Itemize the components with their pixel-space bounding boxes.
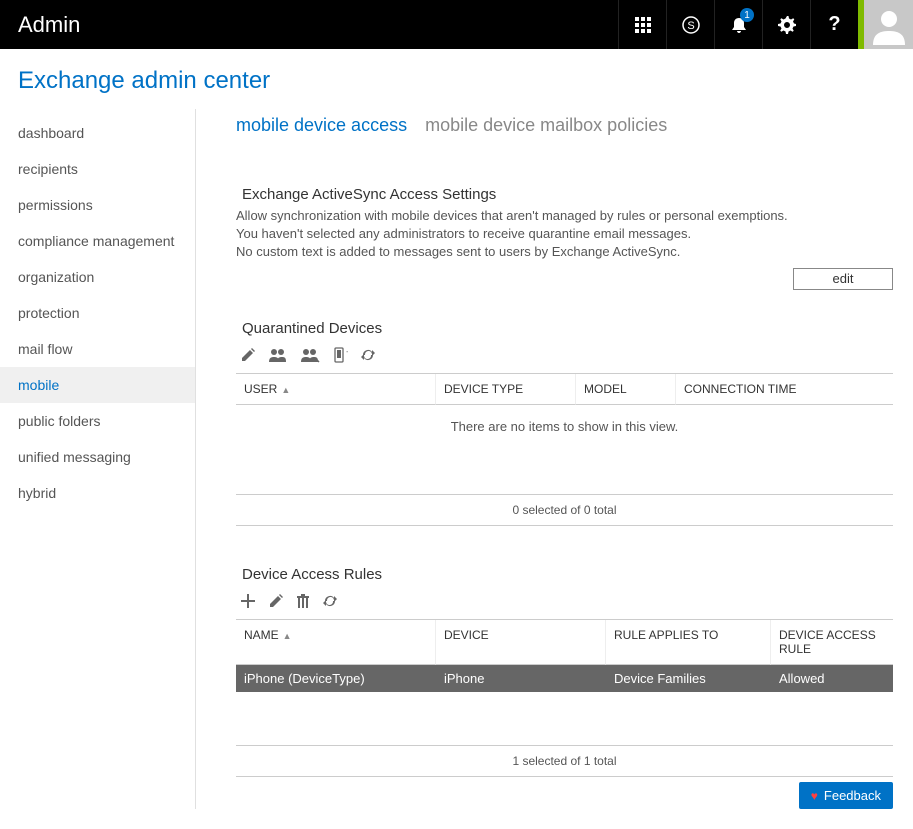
main-content: mobile device access mobile device mailb… [196, 109, 913, 809]
q-col-connection-time[interactable]: CONNECTION TIME [676, 374, 893, 405]
sidebar-item-recipients[interactable]: recipients [0, 151, 195, 187]
sidebar-item-mobile[interactable]: mobile [0, 367, 195, 403]
sidebar-item-organization[interactable]: organization [0, 259, 195, 295]
rules-title: Device Access Rules [236, 566, 893, 583]
sidebar-item-hybrid[interactable]: hybrid [0, 475, 195, 511]
rules-section: Device Access Rules NAME▲ DEVICE RULE AP… [236, 566, 893, 777]
settings-icon[interactable] [762, 0, 810, 49]
tab-mobile-device-access[interactable]: mobile device access [236, 115, 407, 136]
device-wipe-icon[interactable]: + [332, 347, 348, 363]
allow-users-icon[interactable] [268, 347, 288, 363]
sidebar-item-compliance[interactable]: compliance management [0, 223, 195, 259]
quarantined-table: USER▲ DEVICE TYPE MODEL CONNECTION TIME … [236, 373, 893, 526]
edit-button[interactable]: edit [793, 268, 893, 290]
rules-table: NAME▲ DEVICE RULE APPLIES TO DEVICE ACCE… [236, 619, 893, 777]
cell-access-rule: Allowed [771, 665, 893, 692]
sidebar-item-dashboard[interactable]: dashboard [0, 115, 195, 151]
heart-icon: ♥ [811, 789, 818, 803]
notification-badge: 1 [740, 8, 754, 22]
svg-text:S: S [687, 20, 694, 32]
rules-table-head: NAME▲ DEVICE RULE APPLIES TO DEVICE ACCE… [236, 620, 893, 665]
notifications-icon[interactable]: 1 [714, 0, 762, 49]
block-users-icon[interactable] [300, 347, 320, 363]
rules-footer: 1 selected of 1 total [236, 745, 893, 776]
add-icon[interactable] [240, 593, 256, 609]
activesync-desc: Allow synchronization with mobile device… [236, 207, 893, 262]
quarantined-table-head: USER▲ DEVICE TYPE MODEL CONNECTION TIME [236, 374, 893, 405]
page-title: Exchange admin center [0, 49, 913, 109]
sort-asc-icon: ▲ [283, 631, 292, 641]
refresh-icon[interactable] [360, 347, 376, 363]
activesync-title: Exchange ActiveSync Access Settings [236, 186, 893, 203]
r-col-name[interactable]: NAME▲ [236, 620, 436, 665]
top-header: Admin S 1 ? [0, 0, 913, 49]
feedback-label: Feedback [824, 788, 881, 803]
app-title: Admin [0, 12, 618, 38]
quarantined-section: Quarantined Devices + USER▲ DEVICE TYPE … [236, 320, 893, 526]
rules-toolbar [236, 587, 893, 619]
sidebar-item-protection[interactable]: protection [0, 295, 195, 331]
sidebar-item-unifiedmessaging[interactable]: unified messaging [0, 439, 195, 475]
sidebar-item-permissions[interactable]: permissions [0, 187, 195, 223]
quarantined-footer: 0 selected of 0 total [236, 494, 893, 525]
edit-rule-icon[interactable] [268, 593, 284, 609]
q-col-user[interactable]: USER▲ [236, 374, 436, 405]
tabs: mobile device access mobile device mailb… [236, 115, 893, 136]
quarantined-empty: There are no items to show in this view. [236, 405, 893, 494]
refresh-rules-icon[interactable] [322, 593, 338, 609]
sort-asc-icon: ▲ [281, 385, 290, 395]
quarantined-title: Quarantined Devices [236, 320, 893, 337]
skype-icon[interactable]: S [666, 0, 714, 49]
apps-icon[interactable] [618, 0, 666, 49]
r-col-access-rule[interactable]: DEVICE ACCESS RULE [771, 620, 893, 665]
sidebar: dashboard recipients permissions complia… [0, 109, 196, 809]
activesync-line1: Allow synchronization with mobile device… [236, 207, 893, 225]
q-col-model[interactable]: MODEL [576, 374, 676, 405]
r-col-device[interactable]: DEVICE [436, 620, 606, 665]
activesync-section: Exchange ActiveSync Access Settings Allo… [236, 186, 893, 290]
table-row[interactable]: iPhone (DeviceType) iPhone Device Famili… [236, 665, 893, 692]
activesync-line3: No custom text is added to messages sent… [236, 243, 893, 261]
cell-name: iPhone (DeviceType) [236, 665, 436, 692]
q-col-device-type[interactable]: DEVICE TYPE [436, 374, 576, 405]
activesync-line2: You haven't selected any administrators … [236, 225, 893, 243]
svg-text:+: + [346, 347, 348, 357]
cell-applies-to: Device Families [606, 665, 771, 692]
cell-device: iPhone [436, 665, 606, 692]
quarantined-toolbar: + [236, 341, 893, 373]
r-col-applies-to[interactable]: RULE APPLIES TO [606, 620, 771, 665]
edit-icon[interactable] [240, 347, 256, 363]
sidebar-item-mailflow[interactable]: mail flow [0, 331, 195, 367]
delete-icon[interactable] [296, 593, 310, 609]
top-icons: S 1 ? [618, 0, 858, 49]
avatar[interactable] [864, 0, 913, 49]
feedback-button[interactable]: ♥ Feedback [799, 782, 893, 809]
tab-mobile-device-mailbox-policies[interactable]: mobile device mailbox policies [425, 115, 667, 136]
help-icon[interactable]: ? [810, 0, 858, 49]
sidebar-item-publicfolders[interactable]: public folders [0, 403, 195, 439]
